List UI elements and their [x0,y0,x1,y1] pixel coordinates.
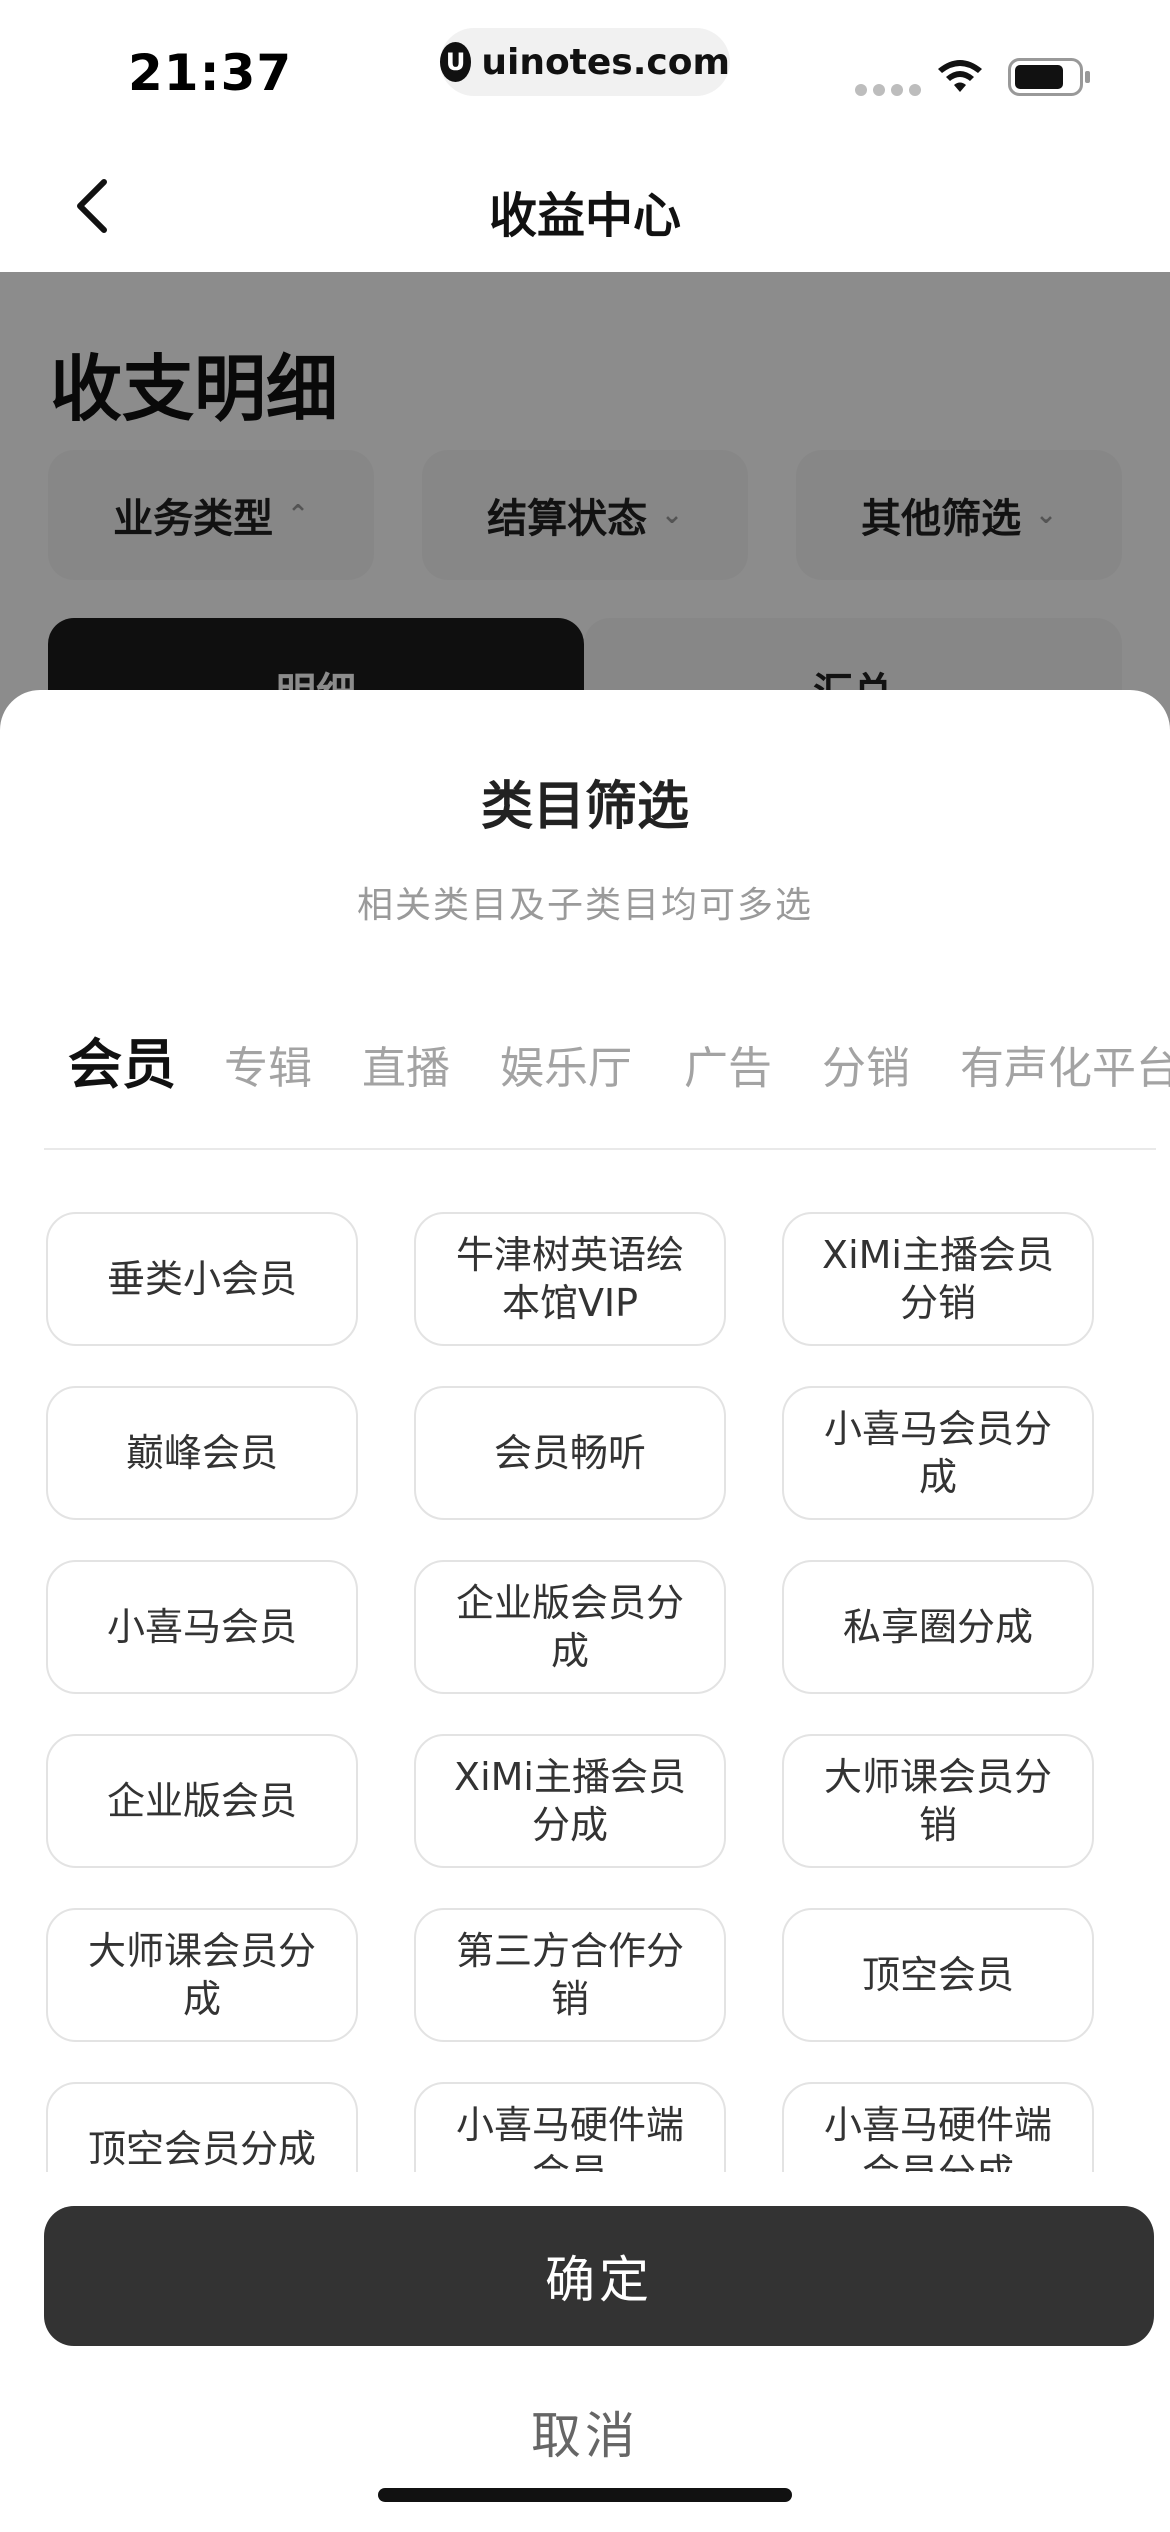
option-item[interactable]: XiMi主播会员分成 [414,1734,726,1868]
tab-album[interactable]: 专辑 [224,1032,312,1096]
option-item[interactable]: 小喜马硬件端会员分成 [782,2082,1094,2172]
option-item[interactable]: 顶空会员分成 [46,2082,358,2172]
option-item[interactable]: 巅峰会员 [46,1386,358,1520]
option-item[interactable]: 小喜马会员 [46,1560,358,1694]
nav-bar: 收益中心 [0,140,1170,272]
option-item[interactable]: 私享圈分成 [782,1560,1094,1694]
option-item[interactable]: 大师课会员分销 [782,1734,1094,1868]
battery-icon [1008,58,1090,96]
wifi-icon [938,60,982,92]
tabs-divider [44,1148,1156,1150]
confirm-button[interactable]: 确定 [44,2206,1154,2346]
option-item[interactable]: XiMi主播会员分销 [782,1212,1094,1346]
tab-distribution[interactable]: 分销 [822,1032,910,1096]
tab-live[interactable]: 直播 [362,1032,450,1096]
home-indicator[interactable] [378,2488,792,2502]
site-logo-icon: U [440,42,472,82]
category-options: 垂类小会员 牛津树英语绘本馆VIP XiMi主播会员分销 巅峰会员 会员畅听 小… [0,1192,1170,2172]
cancel-button[interactable]: 取消 [0,2396,1170,2468]
option-item[interactable]: 垂类小会员 [46,1212,358,1346]
sheet-title: 类目筛选 [480,777,689,837]
tab-member[interactable]: 会员 [68,1020,176,1099]
option-item[interactable]: 小喜马会员分成 [782,1386,1094,1520]
option-item[interactable]: 企业版会员分成 [414,1560,726,1694]
tab-audio-platform[interactable]: 有声化平台 [960,1032,1170,1096]
screen: 21:37 U uinotes.com 收益中心 收支明细 业务类型 ⌃ 结算状… [0,0,1170,2532]
option-item[interactable]: 大师课会员分成 [46,1908,358,2042]
category-tabs: 会员 专辑 直播 娱乐厅 广告 分销 有声化平台 [0,1020,1170,1100]
option-item[interactable]: 会员畅听 [414,1386,726,1520]
signal-icon [855,84,921,96]
option-item[interactable]: 小喜马硬件端会员 [414,2082,726,2172]
option-item[interactable]: 企业版会员 [46,1734,358,1868]
tab-ads[interactable]: 广告 [684,1032,772,1096]
option-item[interactable]: 顶空会员 [782,1908,1094,2042]
tab-entertainment-hall[interactable]: 娱乐厅 [500,1032,632,1096]
url-text: uinotes.com [481,41,730,83]
status-bar: 21:37 U uinotes.com [0,0,1170,140]
option-item[interactable]: 牛津树英语绘本馆VIP [414,1212,726,1346]
status-time: 21:37 [128,44,293,102]
page-title: 收益中心 [488,188,681,244]
url-pill[interactable]: U uinotes.com [440,28,730,96]
sheet-subtitle: 相关类目及子类目均可多选 [356,885,813,926]
option-item[interactable]: 第三方合作分销 [414,1908,726,2042]
